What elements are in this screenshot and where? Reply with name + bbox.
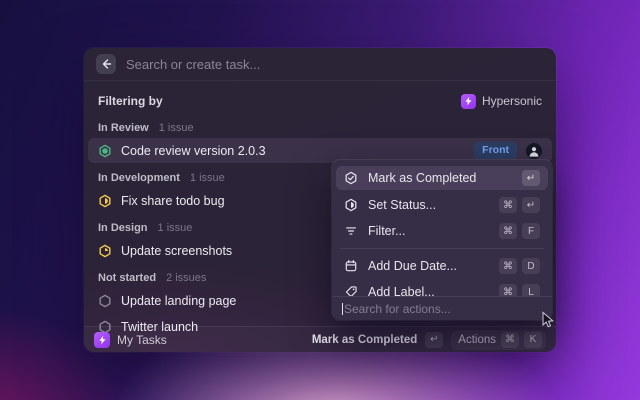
back-arrow-icon [100,58,112,70]
in-design-status-icon [98,244,112,258]
cmd-key: ⌘ [499,223,517,239]
palette-footer: My Tasks Mark as Completed ↵ Actions ⌘ K [84,326,556,352]
assignee-avatar [526,143,542,159]
desktop-background: Filtering by Hypersonic In Review 1 issu… [0,0,640,400]
not-started-status-icon [98,294,112,308]
task-title: Update screenshots [121,244,232,258]
filtering-by-label: Filtering by [98,94,163,108]
actions-menu: Mark as Completed ↵ Set Status... ⌘ ↵ [332,160,552,320]
section-count: 1 issue [158,222,193,234]
section-label: In Development [98,172,180,184]
menu-item-label: Mark as Completed [368,171,512,185]
footer-workspace-label: My Tasks [117,333,167,347]
hexagon-half-icon [344,198,358,212]
section-count: 1 issue [190,172,225,184]
hypersonic-bolt-icon [461,94,476,109]
workspace-badge[interactable]: Hypersonic [461,94,542,109]
search-bar [84,48,556,81]
task-title: Code review version 2.0.3 [121,144,266,158]
menu-divider [340,248,544,249]
section-header-in-review: In Review 1 issue [84,119,556,137]
f-key: F [522,223,540,239]
section-count: 1 issue [159,122,194,134]
filter-header: Filtering by Hypersonic [84,89,556,113]
in-development-status-icon [98,194,112,208]
calendar-icon [344,259,358,273]
task-search-input[interactable] [126,57,544,72]
my-tasks-bolt-icon [94,332,110,348]
filter-icon [344,224,358,238]
back-button[interactable] [96,54,116,74]
cmd-key: ⌘ [501,332,519,348]
cmd-key: ⌘ [499,197,517,213]
actions-search-input[interactable] [344,302,542,316]
text-caret [342,303,343,315]
actions-menu-list: Mark as Completed ↵ Set Status... ⌘ ↵ [332,160,552,305]
cmd-key: ⌘ [499,258,517,274]
actions-search-bar [332,296,552,320]
section-label: In Design [98,222,148,234]
menu-item-label: Add Due Date... [368,259,489,273]
menu-item-set-status[interactable]: Set Status... ⌘ ↵ [336,192,548,218]
person-icon [528,145,540,157]
enter-key: ↵ [522,197,540,213]
workspace-name: Hypersonic [482,94,542,108]
menu-item-mark-as-completed[interactable]: Mark as Completed ↵ [336,166,548,190]
mouse-cursor [541,311,555,329]
section-label: Not started [98,272,156,284]
menu-item-filter[interactable]: Filter... ⌘ F [336,218,548,244]
section-label: In Review [98,122,149,134]
enter-key: ↵ [425,332,443,348]
hexagon-check-icon [344,171,358,185]
task-title: Fix share todo bug [121,194,225,208]
menu-item-label: Set Status... [368,198,489,212]
menu-item-add-due-date[interactable]: Add Due Date... ⌘ D [336,253,548,279]
section-count: 2 issues [166,272,206,284]
menu-item-label: Filter... [368,224,489,238]
front-label-badge: Front [474,142,517,159]
actions-label: Actions [458,334,496,346]
d-key: D [522,258,540,274]
footer-workspace: My Tasks [94,332,167,348]
in-review-status-icon [98,144,112,158]
task-title: Update landing page [121,294,236,308]
k-key: K [524,332,542,348]
enter-key: ↵ [522,170,540,186]
primary-action-label[interactable]: Mark as Completed [312,334,417,346]
actions-button[interactable]: Actions ⌘ K [451,330,546,350]
